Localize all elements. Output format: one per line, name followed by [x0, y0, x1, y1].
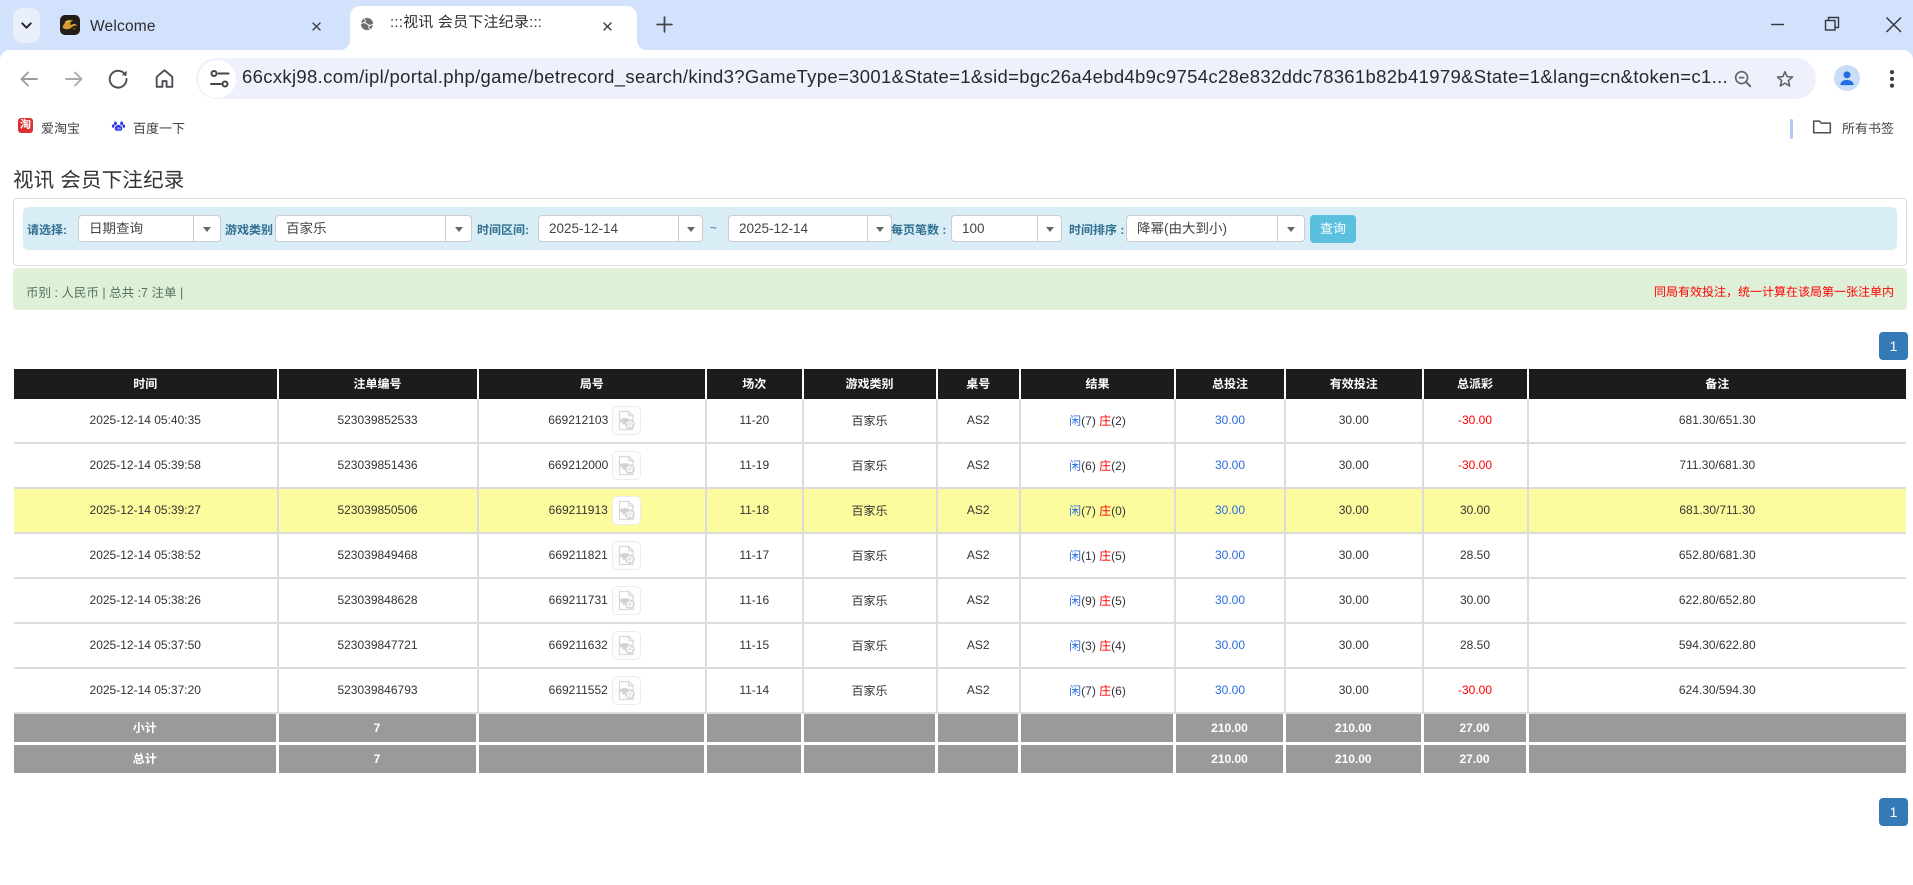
svg-text:du: du: [117, 126, 122, 131]
